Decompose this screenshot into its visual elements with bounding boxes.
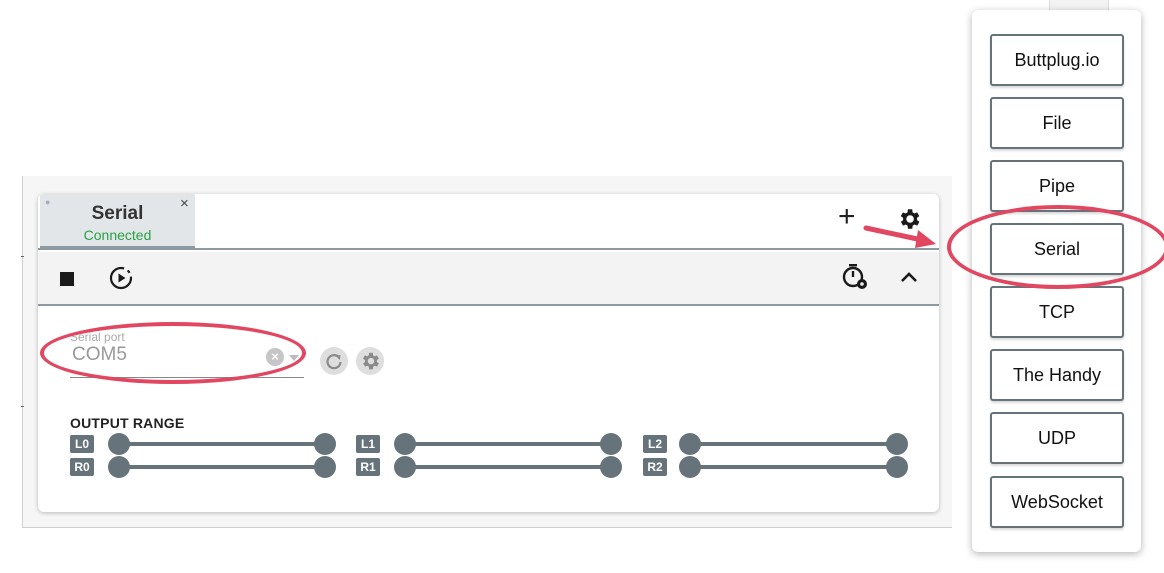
divider [21,256,24,257]
tab-bar: ● Serial Connected × + [38,194,939,250]
add-output-button[interactable]: + [838,202,856,232]
slider-min-thumb[interactable] [394,433,416,455]
menu-item-udp[interactable]: UDP [990,412,1124,464]
highlight-ellipse-serial [947,205,1164,289]
range-slider-r2[interactable] [679,456,908,478]
slider-max-thumb[interactable] [314,433,336,455]
channel-badge-l2: L2 [643,435,667,453]
slider-max-thumb[interactable] [600,433,622,455]
menu-item-tcp[interactable]: TCP [990,286,1124,338]
slider-max-thumb[interactable] [886,456,908,478]
slider-min-thumb[interactable] [679,456,701,478]
chevron-up-icon[interactable] [898,266,920,288]
range-slider-l2[interactable] [679,433,908,455]
slider-track [116,442,328,446]
range-slider-l1[interactable] [394,433,622,455]
annotation-arrow-icon [863,225,936,248]
slider-min-thumb[interactable] [108,456,130,478]
range-slider-l0[interactable] [108,433,336,455]
connection-status: Connected [83,227,152,243]
channel-badge-l0: L0 [70,435,94,453]
timer-settings-icon[interactable] [840,262,870,292]
slider-track [402,442,614,446]
channel-badge-r1: R1 [356,458,380,476]
menu-item-buttplug[interactable]: Buttplug.io [990,34,1124,86]
channel-badge-l1: L1 [356,435,380,453]
slider-track [402,465,614,469]
tab-close-icon[interactable]: × [180,195,189,212]
slider-max-thumb[interactable] [886,433,908,455]
menu-item-websocket[interactable]: WebSocket [990,476,1124,528]
slider-track [687,465,900,469]
channel-badge-r2: R2 [643,458,667,476]
divider [21,406,24,407]
range-slider-r0[interactable] [108,456,336,478]
slider-min-thumb[interactable] [394,456,416,478]
tab-title: Serial [91,203,144,224]
tab-serial[interactable]: ● Serial Connected × [40,194,195,248]
menu-item-file[interactable]: File [990,97,1124,149]
play-timer-icon[interactable] [108,264,134,290]
channel-badge-r0: R0 [70,458,94,476]
slider-min-thumb[interactable] [108,433,130,455]
slider-max-thumb[interactable] [314,456,336,478]
output-range-label: OUTPUT RANGE [70,415,185,431]
port-settings-icon[interactable] [356,347,384,375]
refresh-icon[interactable] [320,347,348,375]
slider-min-thumb[interactable] [679,433,701,455]
output-toolbar [38,252,939,306]
slider-track [687,442,900,446]
menu-item-the-handy[interactable]: The Handy [990,349,1124,401]
slider-max-thumb[interactable] [600,456,622,478]
slider-track [116,465,328,469]
range-slider-r1[interactable] [394,456,622,478]
stop-icon[interactable] [60,272,74,286]
highlight-ellipse-port [40,322,306,384]
